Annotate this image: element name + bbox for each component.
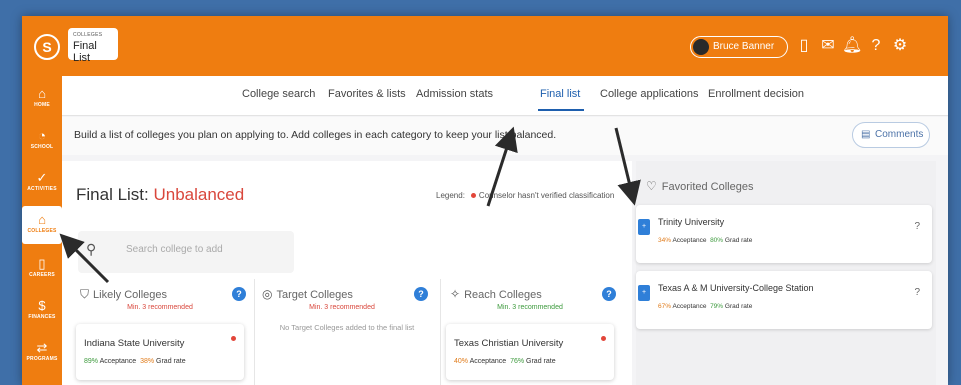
arrow-to-colleges — [59, 233, 110, 284]
arrow-to-favorites — [614, 127, 641, 206]
app-window: S COLLEGES Final List Bruce Banner ▯ ✉ 🔔… — [22, 16, 948, 385]
annotation-arrows — [59, 126, 641, 284]
arrow-to-final-list-tab — [486, 126, 518, 207]
